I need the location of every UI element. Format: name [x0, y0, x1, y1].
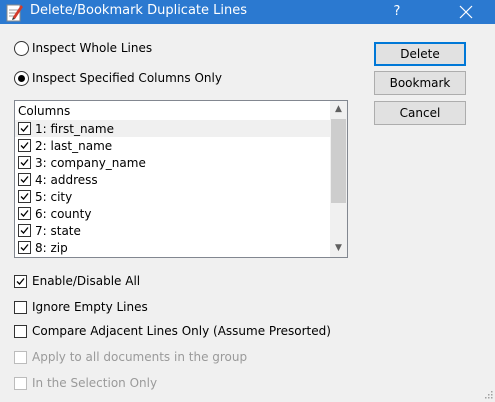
checkmark-icon [20, 176, 29, 183]
column-item[interactable]: 4: address [15, 171, 331, 188]
column-label: 5: city [35, 189, 73, 204]
close-icon [459, 5, 473, 19]
column-item[interactable]: 2: last_name [15, 137, 331, 154]
column-checkbox[interactable] [18, 241, 31, 254]
window-title: Delete/Bookmark Duplicate Lines [30, 3, 248, 18]
column-label: 2: last_name [35, 138, 113, 153]
bookmark-button[interactable]: Bookmark [374, 71, 466, 95]
checkmark-icon [20, 125, 29, 132]
checkmark-icon [20, 142, 29, 149]
column-checkbox[interactable] [18, 139, 31, 152]
help-button[interactable]: ? [376, 0, 418, 24]
column-checkbox[interactable] [18, 224, 31, 237]
column-item[interactable]: 7: state [15, 222, 331, 239]
compare-adjacent-label: Compare Adjacent Lines Only (Assume Pres… [32, 324, 331, 338]
column-checkbox[interactable] [18, 173, 31, 186]
delete-button[interactable]: Delete [374, 42, 466, 66]
checkbox-box[interactable] [14, 300, 27, 314]
inspect-specified-columns-radio[interactable]: Inspect Specified Columns Only [14, 69, 222, 87]
column-checkbox[interactable] [18, 207, 31, 220]
column-checkbox[interactable] [18, 122, 31, 135]
enable-disable-all-checkbox[interactable]: Enable/Disable All [14, 272, 140, 290]
radio-circle-selected[interactable] [14, 70, 29, 86]
scroll-up-icon[interactable]: ▲ [330, 101, 347, 118]
enable-disable-all-label: Enable/Disable All [32, 274, 141, 288]
inspect-whole-lines-radio[interactable]: Inspect Whole Lines [14, 39, 152, 57]
checkbox-box[interactable] [14, 274, 27, 288]
checkmark-icon [20, 193, 29, 200]
checkmark-icon [20, 210, 29, 217]
checkmark-icon [20, 227, 29, 234]
selection-only-checkbox: In the Selection Only [14, 374, 157, 392]
ignore-empty-lines-label: Ignore Empty Lines [32, 300, 148, 314]
column-item[interactable]: 1: first_name [15, 120, 331, 137]
column-checkbox[interactable] [18, 190, 31, 203]
column-checkbox[interactable] [18, 156, 31, 169]
column-item[interactable]: 8: zip [15, 239, 331, 256]
checkbox-box[interactable] [14, 324, 27, 338]
column-label: 6: county [35, 206, 92, 221]
ignore-empty-lines-checkbox[interactable]: Ignore Empty Lines [14, 298, 148, 316]
pencil-document-icon [6, 2, 24, 22]
cancel-button[interactable]: Cancel [374, 101, 466, 125]
columns-scrollbar[interactable]: ▲ ▼ [330, 101, 347, 257]
close-button[interactable] [443, 0, 489, 24]
apply-all-documents-checkbox: Apply to all documents in the group [14, 348, 247, 366]
columns-header: Columns [18, 104, 71, 118]
checkmark-icon [20, 159, 29, 166]
selection-only-label: In the Selection Only [32, 376, 158, 390]
column-label: 8: zip [35, 240, 68, 255]
resize-grip-icon[interactable] [483, 388, 493, 399]
inspect-whole-lines-label: Inspect Whole Lines [32, 41, 153, 55]
checkmark-icon [16, 277, 25, 285]
column-item[interactable]: 5: city [15, 188, 331, 205]
column-label: 4: address [35, 172, 98, 187]
apply-all-documents-label: Apply to all documents in the group [32, 350, 248, 364]
checkbox-box [14, 350, 27, 364]
radio-circle[interactable] [14, 40, 29, 56]
columns-list: 1: first_name 2: last_name 3: company_na… [15, 120, 331, 256]
inspect-specified-columns-label: Inspect Specified Columns Only [32, 71, 222, 85]
column-label: 1: first_name [35, 121, 114, 136]
column-item[interactable]: 6: county [15, 205, 331, 222]
checkbox-box [14, 376, 27, 390]
scroll-down-icon[interactable]: ▼ [330, 240, 347, 257]
checkmark-icon [20, 244, 29, 251]
compare-adjacent-checkbox[interactable]: Compare Adjacent Lines Only (Assume Pres… [14, 322, 331, 340]
column-label: 3: company_name [35, 155, 146, 170]
column-label: 7: state [35, 223, 81, 238]
column-item[interactable]: 3: company_name [15, 154, 331, 171]
columns-listbox[interactable]: Columns 1: first_name 2: last_name 3: co… [14, 100, 348, 258]
title-bar: Delete/Bookmark Duplicate Lines ? [0, 0, 495, 24]
scroll-thumb[interactable] [331, 119, 346, 203]
